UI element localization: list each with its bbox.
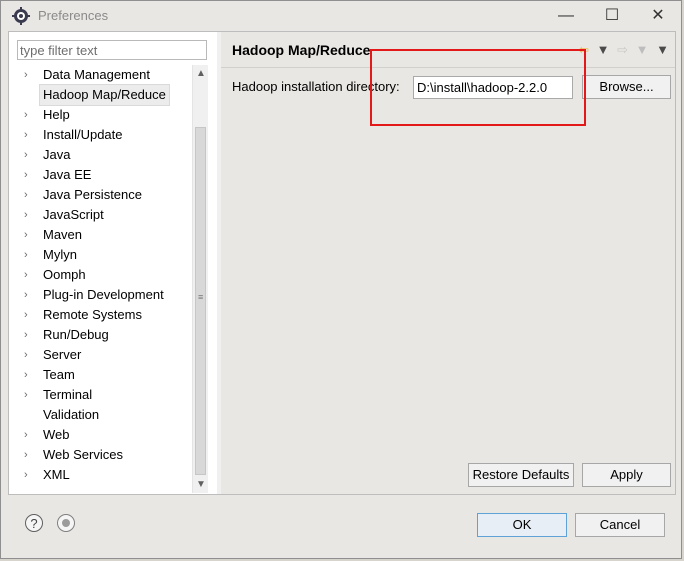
tree-item-label: Install/Update	[43, 127, 123, 142]
scroll-thumb[interactable]: ≡	[195, 127, 206, 475]
chevron-right-icon[interactable]: ›	[24, 105, 34, 125]
tree-item-label: Java EE	[43, 167, 92, 182]
chevron-right-icon[interactable]: ›	[24, 65, 34, 85]
tree-item[interactable]: › Web Services	[9, 445, 193, 465]
chevron-right-icon[interactable]: ›	[24, 185, 34, 205]
tree-item-label: Validation	[43, 407, 100, 422]
view-menu-icon[interactable]: ▼	[656, 42, 669, 57]
tree-item[interactable]: Validation	[9, 405, 193, 425]
chevron-right-icon[interactable]: ›	[24, 425, 34, 445]
history-nav: ⇦ ▼ ⇨ ▼ ▼	[574, 42, 669, 60]
tree-item-label: Mylyn	[43, 247, 77, 262]
tree-item[interactable]: › Server	[9, 345, 193, 365]
tree-item-label: Data Management	[43, 67, 150, 82]
chevron-right-icon[interactable]: ›	[24, 325, 34, 345]
tree-item-label: Java Persistence	[43, 187, 142, 202]
tree-item[interactable]: › Remote Systems	[9, 305, 193, 325]
page-title: Hadoop Map/Reduce	[232, 42, 371, 58]
preferences-window: Preferences — ☐ ✕ › Data Management Hadoop…	[0, 0, 682, 559]
chevron-right-icon[interactable]: ›	[24, 365, 34, 385]
minimize-button[interactable]: —	[543, 1, 589, 31]
tree-item-label: Remote Systems	[43, 307, 142, 322]
tree-scrollbar[interactable]: ▲ ≡ ▼	[192, 65, 208, 493]
tree-item-label: Terminal	[43, 387, 93, 402]
chevron-right-icon[interactable]: ›	[24, 125, 34, 145]
forward-arrow-icon[interactable]: ⇨	[617, 42, 628, 58]
scroll-down-icon[interactable]: ▼	[193, 476, 209, 493]
forward-dropdown-icon[interactable]: ▼	[636, 42, 649, 57]
tree-item[interactable]: › Data Management	[9, 65, 193, 85]
filter-input[interactable]	[17, 40, 207, 60]
browse-button[interactable]: Browse...	[582, 75, 671, 99]
tree-item[interactable]: › Help	[9, 105, 193, 125]
title-bar[interactable]: Preferences — ☐ ✕	[1, 1, 681, 31]
record-icon[interactable]	[57, 514, 75, 532]
tree-item-label: Oomph	[43, 267, 86, 282]
preference-tree: › Data Management Hadoop Map/Reduce › Help › I…	[9, 65, 193, 485]
chevron-right-icon[interactable]: ›	[24, 385, 34, 405]
tree-item-label: Hadoop Map/Reduce	[39, 84, 170, 106]
dialog-client-area: ›Data ManagementHadoop Map/Reduce›Help›I…	[8, 31, 676, 495]
grip-icon: ≡	[198, 292, 204, 302]
tree-item[interactable]: › Run/Debug	[9, 325, 193, 345]
maximize-icon: ☐	[604, 7, 620, 24]
tree-item-label: Web Services	[43, 447, 123, 462]
cancel-button[interactable]: Cancel	[575, 513, 665, 537]
tree-item[interactable]: › Web	[9, 425, 193, 445]
chevron-right-icon[interactable]: ›	[24, 305, 34, 325]
tree-item[interactable]: › Plug-in Development	[9, 285, 193, 305]
close-icon: ✕	[651, 7, 665, 24]
help-icon[interactable]: ?	[25, 514, 43, 532]
tree-item[interactable]: › Team	[9, 365, 193, 385]
tree-item[interactable]: › Oomph	[9, 265, 193, 285]
chevron-right-icon[interactable]: ›	[24, 285, 34, 305]
tree-item[interactable]: › Java EE	[9, 165, 193, 185]
tree-item[interactable]: › Java	[9, 145, 193, 165]
tree-item-label: XML	[43, 467, 70, 482]
tree-item-label: Plug-in Development	[43, 287, 164, 302]
minimize-icon: —	[558, 7, 574, 24]
tree-item[interactable]: Hadoop Map/Reduce	[9, 84, 193, 106]
scroll-up-icon[interactable]: ▲	[193, 65, 209, 82]
tree-item[interactable]: › Mylyn	[9, 245, 193, 265]
chevron-right-icon[interactable]: ›	[24, 145, 34, 165]
chevron-right-icon[interactable]: ›	[24, 465, 34, 485]
apply-button[interactable]: Apply	[582, 463, 671, 487]
close-button[interactable]: ✕	[635, 1, 681, 31]
tree-item[interactable]: › Install/Update	[9, 125, 193, 145]
eclipse-gear-icon	[12, 7, 30, 25]
title-separator	[221, 67, 675, 68]
tree-item[interactable]: › Maven	[9, 225, 193, 245]
chevron-right-icon[interactable]: ›	[24, 345, 34, 365]
tree-item-label: Run/Debug	[43, 327, 109, 342]
back-arrow-icon[interactable]: ⇦	[578, 42, 589, 58]
maximize-button[interactable]: ☐	[589, 1, 635, 31]
tree-item-label: Web	[43, 427, 70, 442]
chevron-right-icon[interactable]: ›	[24, 165, 34, 185]
back-dropdown-icon[interactable]: ▼	[597, 42, 610, 57]
chevron-right-icon[interactable]: ›	[24, 265, 34, 285]
tree-item[interactable]: › XML	[9, 465, 193, 485]
hadoop-dir-label: Hadoop installation directory:	[232, 79, 400, 94]
tree-item[interactable]: › Terminal	[9, 385, 193, 405]
chevron-right-icon[interactable]: ›	[24, 205, 34, 225]
tree-item[interactable]: › JavaScript	[9, 205, 193, 225]
chevron-right-icon[interactable]: ›	[24, 445, 34, 465]
chevron-right-icon[interactable]: ›	[24, 225, 34, 245]
restore-defaults-button[interactable]: Restore Defaults	[468, 463, 574, 487]
tree-item-label: JavaScript	[43, 207, 104, 222]
tree-item-label: Java	[43, 147, 71, 162]
ok-button[interactable]: OK	[477, 513, 567, 537]
tree-item-label: Team	[43, 367, 75, 382]
window-title: Preferences	[38, 8, 109, 23]
tree-item-label: Help	[43, 107, 70, 122]
dialog-footer: ? OK Cancel	[1, 495, 681, 560]
chevron-right-icon[interactable]: ›	[24, 245, 34, 265]
tree-item-label: Server	[43, 347, 82, 362]
hadoop-dir-input[interactable]	[413, 76, 573, 99]
tree-item-label: Maven	[43, 227, 83, 242]
preference-page: Hadoop Map/Reduce ⇦ ▼ ⇨ ▼ ▼ Hadoop insta…	[221, 32, 675, 494]
tree-item[interactable]: › Java Persistence	[9, 185, 193, 205]
